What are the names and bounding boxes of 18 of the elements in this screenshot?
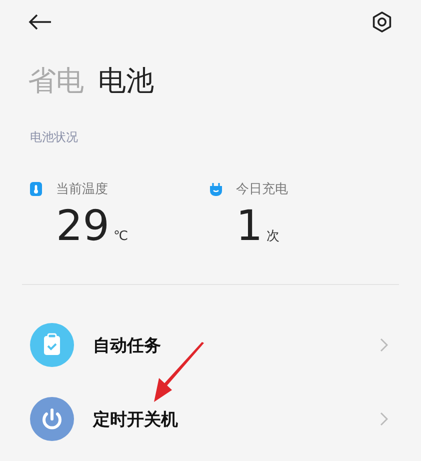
stat-unit: ℃ bbox=[113, 229, 128, 244]
tab[interactable]: 电池 bbox=[98, 63, 154, 99]
clipboard-icon bbox=[30, 323, 74, 367]
list-item[interactable]: 定时开关机 bbox=[0, 397, 421, 441]
stat-label: 今日充电 bbox=[236, 181, 288, 198]
stat-value: 1 bbox=[236, 202, 263, 250]
settings-icon[interactable] bbox=[371, 11, 393, 33]
section-title: 电池状况 bbox=[29, 129, 79, 146]
chevron-icon bbox=[380, 412, 388, 426]
list-item[interactable]: 自动任务 bbox=[0, 323, 421, 367]
chevron-icon bbox=[380, 338, 388, 352]
back-icon[interactable] bbox=[28, 14, 52, 30]
stat-value: 29 bbox=[56, 202, 110, 250]
stat-label: 当前温度 bbox=[56, 181, 108, 198]
plug-icon bbox=[210, 182, 222, 196]
thermometer-icon bbox=[30, 182, 42, 196]
power-icon bbox=[30, 397, 74, 441]
stat-unit: 次 bbox=[266, 228, 280, 245]
